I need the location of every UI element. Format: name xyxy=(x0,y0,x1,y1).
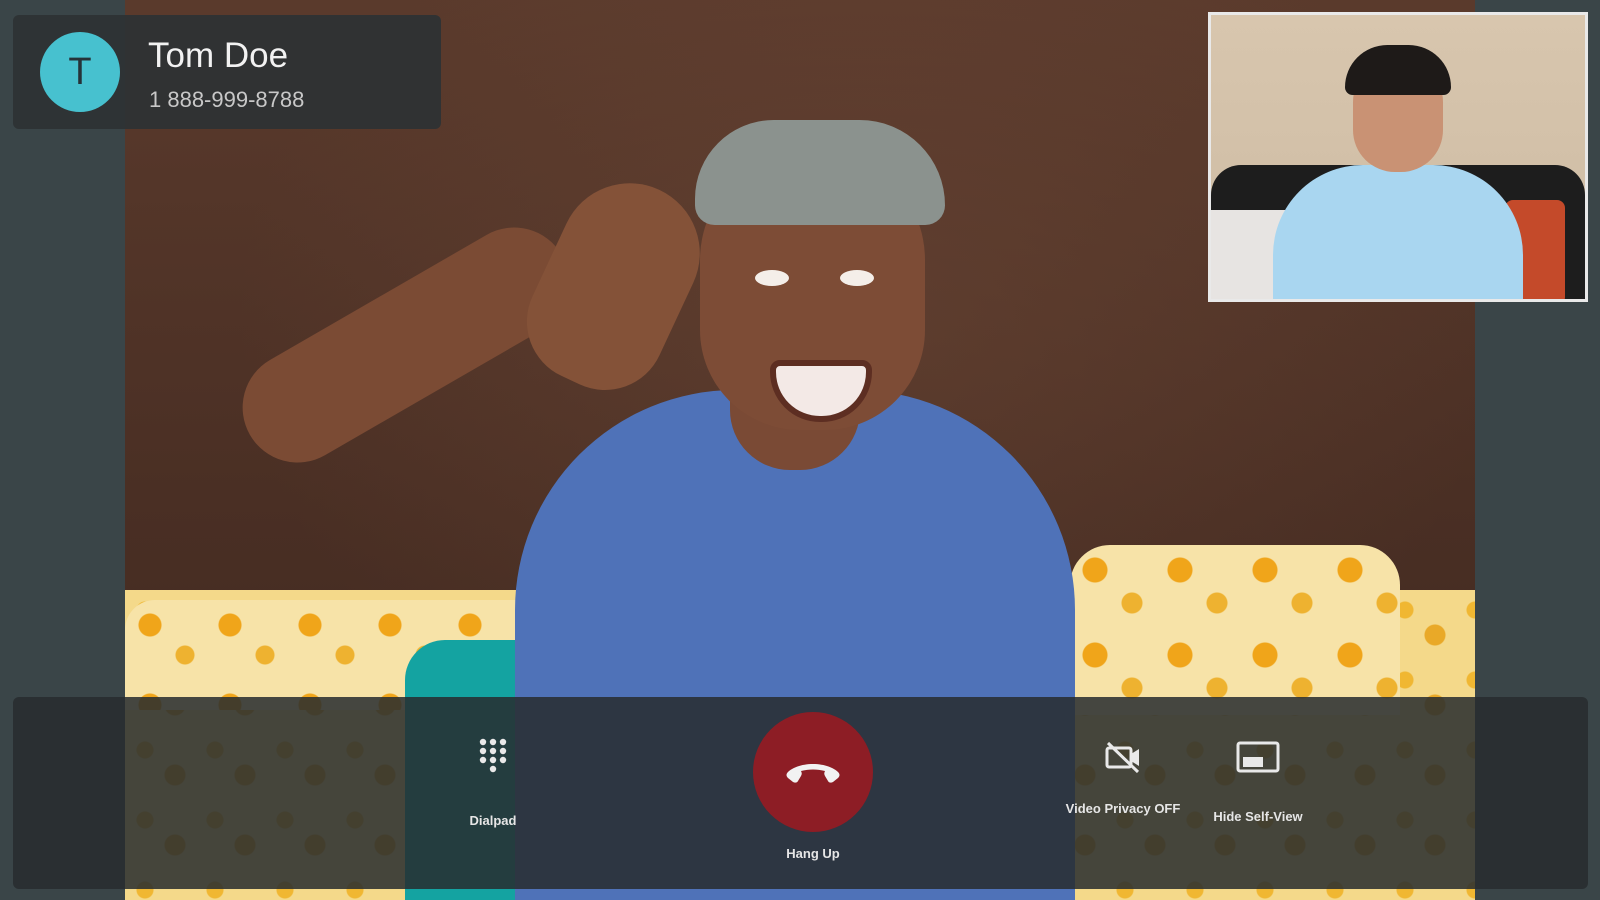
hang-up-button[interactable]: Hang Up xyxy=(728,712,898,861)
dialpad-icon xyxy=(479,738,507,773)
video-person-eye-right xyxy=(840,270,874,286)
video-person-cap xyxy=(695,120,945,225)
videocam-off-icon xyxy=(1105,741,1140,773)
caller-info-card: T Tom Doe 1 888-999-8788 xyxy=(13,15,441,129)
video-pillow-right xyxy=(1070,545,1400,715)
hang-up-label: Hang Up xyxy=(786,846,840,861)
video-call-screen: T Tom Doe 1 888-999-8788 Dialpad Hang Up… xyxy=(0,0,1600,900)
self-view-person-body xyxy=(1273,165,1523,299)
picture-in-picture-icon xyxy=(1236,741,1280,773)
hide-self-view-label: Hide Self-View xyxy=(1213,809,1303,824)
caller-avatar: T xyxy=(40,32,120,112)
video-privacy-button[interactable]: Video Privacy OFF xyxy=(1058,741,1188,816)
self-view-person-hair xyxy=(1345,45,1451,95)
hang-up-circle[interactable] xyxy=(753,712,873,832)
caller-phone-number: 1 888-999-8788 xyxy=(149,87,305,112)
phone-hangup-icon xyxy=(786,764,840,783)
video-person-eye-left xyxy=(755,270,789,286)
video-privacy-label: Video Privacy OFF xyxy=(1065,801,1181,816)
self-view-video[interactable] xyxy=(1208,12,1588,302)
caller-name: Tom Doe xyxy=(148,36,289,75)
dialpad-button[interactable]: Dialpad xyxy=(423,737,563,828)
call-controls-bar: Dialpad Hang Up Video Privacy OFF Hide S… xyxy=(13,697,1588,889)
dialpad-label: Dialpad xyxy=(469,813,517,828)
hide-self-view-button[interactable]: Hide Self-View xyxy=(1183,741,1333,824)
